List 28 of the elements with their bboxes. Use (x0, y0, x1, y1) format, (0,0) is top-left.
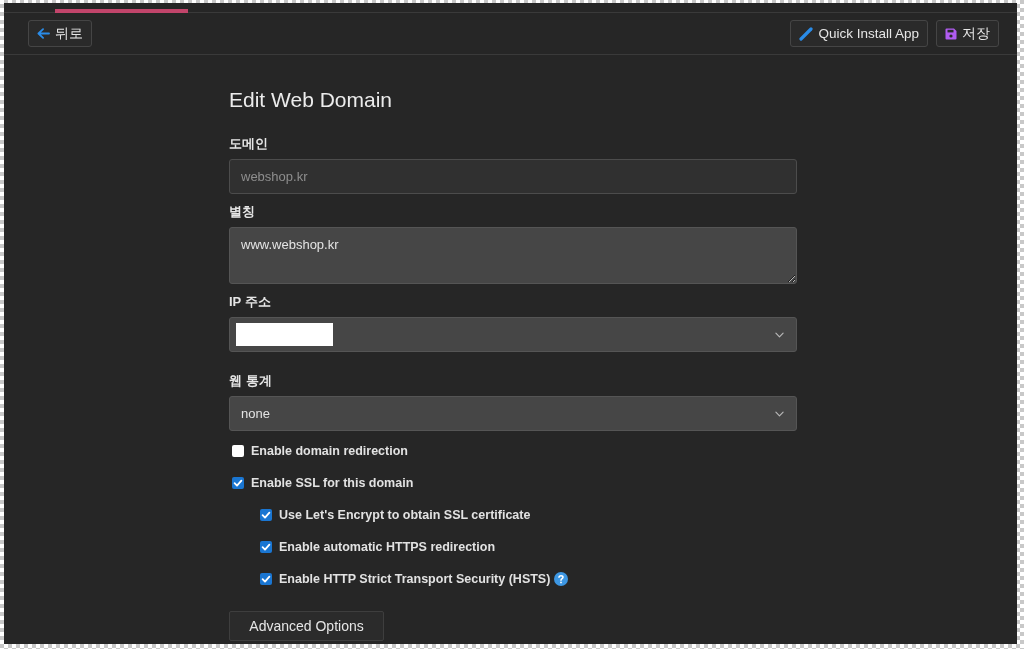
field-label: IP 주소 (229, 293, 271, 311)
checkbox[interactable] (260, 509, 272, 521)
select-field[interactable]: none (229, 396, 797, 431)
chevron-down-icon (775, 410, 784, 417)
select-field[interactable] (229, 317, 797, 352)
alias-textarea[interactable]: www.webshop.kr (229, 227, 797, 284)
checkbox[interactable] (232, 477, 244, 489)
field-label: 별칭 (229, 203, 255, 221)
quick-install-button[interactable]: Quick Install App (790, 20, 928, 47)
field-label: 도메인 (229, 135, 268, 153)
checkbox-label: Enable SSL for this domain (251, 476, 414, 490)
chevron-down-icon (775, 331, 784, 338)
checkbox-label: Enable automatic HTTPS redirection (279, 540, 495, 554)
arrow-left-icon (37, 28, 50, 39)
back-button[interactable]: 뒤로 (28, 20, 92, 47)
checkbox[interactable] (232, 445, 244, 457)
select-value: none (241, 406, 270, 421)
checkbox-label: Enable domain redirection (251, 444, 408, 458)
pencil-icon (799, 26, 814, 41)
checkbox-label: Enable HTTP Strict Transport Security (HSTS) (279, 572, 551, 586)
save-button[interactable]: 저장 (936, 20, 999, 47)
checkbox[interactable] (260, 541, 272, 553)
advanced-options-button[interactable]: Advanced Options (229, 611, 384, 641)
checkbox[interactable] (260, 573, 272, 585)
help-icon[interactable] (554, 572, 569, 586)
form-title: Edit Web Domain (229, 88, 394, 112)
checkbox-label: Use Let's Encrypt to obtain SSL certificate (279, 508, 531, 522)
field-label: 웹 통계 (229, 372, 272, 390)
